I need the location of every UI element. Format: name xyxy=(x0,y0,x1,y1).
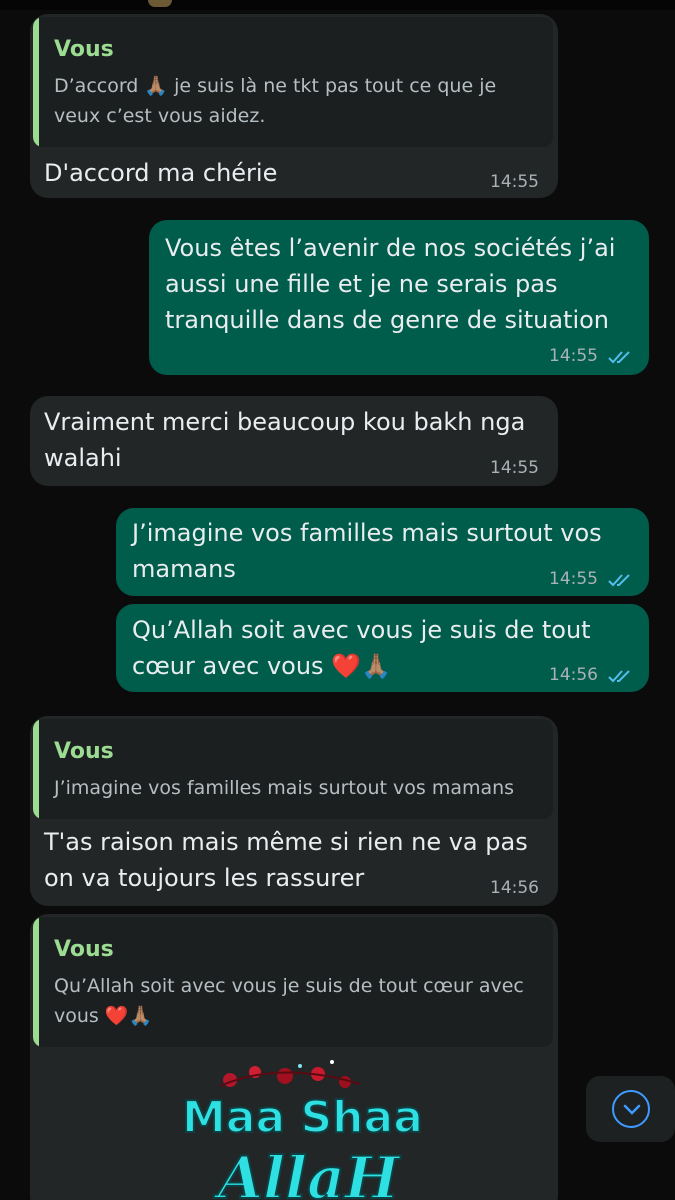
quote-accent-bar xyxy=(33,719,39,819)
message-time: 14:56 xyxy=(490,878,539,898)
message-text: D'accord ma chérie xyxy=(44,159,278,187)
quoted-message[interactable]: Vous D’accord 🙏🏽 je suis là ne tkt pas t… xyxy=(33,17,553,147)
message-text-line: Qu’Allah soit avec vous je suis de tout xyxy=(132,616,591,644)
quote-text-line: veux c’est vous aidez. xyxy=(54,105,266,127)
message-incoming[interactable]: Vous D’accord 🙏🏽 je suis là ne tkt pas t… xyxy=(30,14,558,198)
quote-author: Vous xyxy=(54,937,114,962)
quoted-message[interactable]: Vous Qu’Allah soit avec vous je suis de … xyxy=(33,917,553,1047)
message-incoming[interactable]: Vraiment merci beaucoup kou bakh nga wal… xyxy=(30,396,558,486)
maa-shaa-allah-sticker[interactable]: Maa Shaa AllaH xyxy=(160,1052,424,1200)
sticker-text-line: AllaH xyxy=(217,1143,400,1200)
message-text-line: mamans xyxy=(132,555,236,583)
message-time: 14:55 xyxy=(490,458,539,478)
avatar[interactable] xyxy=(148,0,172,7)
sticker-text-line: Maa Shaa xyxy=(181,1091,424,1144)
quote-text-line: vous ❤️🙏🏽 xyxy=(54,1005,153,1027)
message-text-line: cœur avec vous ❤️🙏🏽 xyxy=(132,652,391,680)
double-check-icon xyxy=(608,670,630,683)
quote-author: Vous xyxy=(54,739,114,764)
message-text-line: Vraiment merci beaucoup kou bakh nga xyxy=(44,408,526,436)
double-check-icon xyxy=(608,574,630,587)
message-text-line: Vous êtes l’avenir de nos sociétés j’ai xyxy=(165,234,616,262)
message-time: 14:55 xyxy=(549,569,598,589)
message-text-line: T'as raison mais même si rien ne va pas xyxy=(44,828,528,856)
message-outgoing[interactable]: J’imagine vos familles mais surtout vos … xyxy=(116,508,649,596)
message-text-line: aussi une fille et je ne serais pas xyxy=(165,270,558,298)
message-time: 14:56 xyxy=(549,665,598,685)
quote-text-line: J’imagine vos familles mais surtout vos … xyxy=(54,777,515,799)
message-incoming[interactable]: Vous J’imagine vos familles mais surtout… xyxy=(30,716,558,906)
scroll-to-bottom-button[interactable] xyxy=(586,1076,675,1142)
message-outgoing[interactable]: Vous êtes l’avenir de nos sociétés j’ai … xyxy=(149,220,649,375)
double-check-icon xyxy=(608,351,630,364)
quoted-message[interactable]: Vous J’imagine vos familles mais surtout… xyxy=(33,719,553,819)
quote-accent-bar xyxy=(33,17,39,147)
message-text-line: walahi xyxy=(44,444,122,472)
message-text-line: tranquille dans de genre de situation xyxy=(165,306,609,334)
message-text-line: J’imagine vos familles mais surtout vos xyxy=(132,519,602,547)
chevron-down-icon xyxy=(623,1104,641,1115)
message-text-line: on va toujours les rassurer xyxy=(44,864,365,892)
flower-decoration-icon xyxy=(219,1060,361,1088)
quote-accent-bar xyxy=(33,917,39,1047)
message-time: 14:55 xyxy=(549,346,598,366)
quote-text-line: Qu’Allah soit avec vous je suis de tout … xyxy=(54,975,524,997)
message-outgoing[interactable]: Qu’Allah soit avec vous je suis de tout … xyxy=(116,604,649,692)
quote-text-line: D’accord 🙏🏽 je suis là ne tkt pas tout c… xyxy=(54,75,497,97)
top-bar xyxy=(0,0,675,10)
message-time: 14:55 xyxy=(490,172,539,192)
quote-author: Vous xyxy=(54,37,114,62)
